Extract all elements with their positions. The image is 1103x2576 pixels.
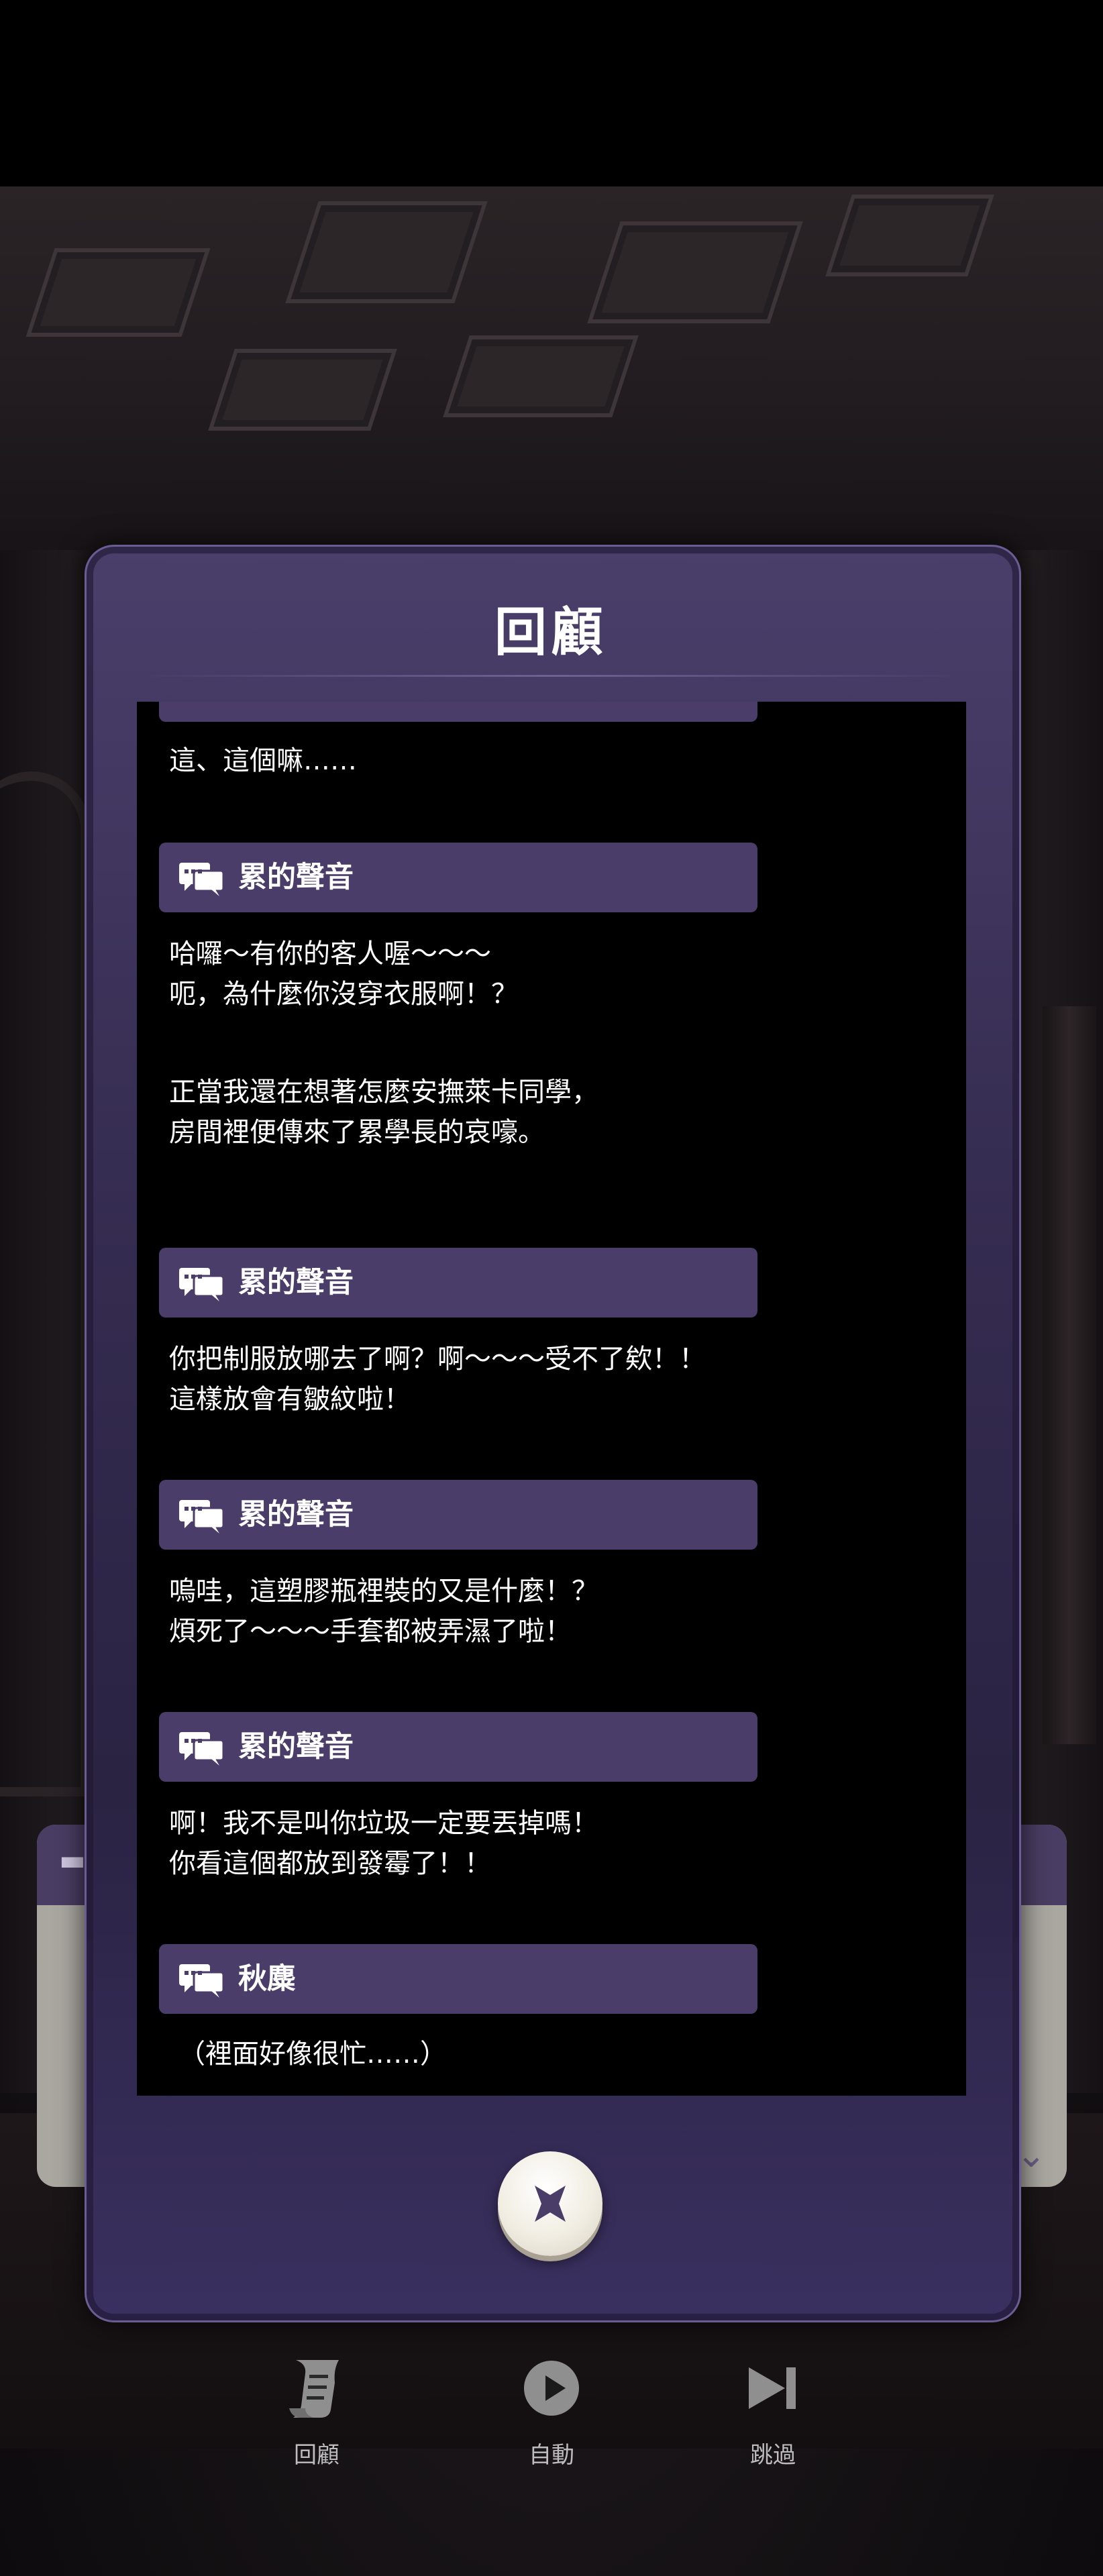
backlog-list[interactable]: 這、這個嘛…… 累的聲音 哈囉〜有你的客人喔〜〜〜 呃，為什麼你沒穿衣服啊！？ … <box>137 702 966 2096</box>
ceiling-panel <box>825 195 994 276</box>
auto-control[interactable]: 自動 <box>491 2355 612 2469</box>
chat-bubble-icon <box>179 1964 225 1998</box>
dialogue-line: 呃，為什麼你沒穿衣服啊！？ <box>169 979 518 1010</box>
game-screen: ▬ ⌄ 回顧 這、這個嘛…… 累的聲音 哈囉〜有你的客人喔〜〜〜 呃，為什麼你沒… <box>0 0 1103 2576</box>
ceiling-panel <box>208 349 397 431</box>
narration-line: 房間裡便傳來了累學長的哀嚎。 <box>169 1117 545 1148</box>
dialogue-line: 你把制服放哪去了啊？啊〜〜〜受不了欸！！ <box>169 1344 706 1375</box>
speaker-name: 累的聲音 <box>238 1266 354 1299</box>
backlog-label: 回顧 <box>294 2442 339 2469</box>
skip-control[interactable]: 跳過 <box>713 2355 833 2469</box>
dialogue-line: 哈囉〜有你的客人喔〜〜〜 <box>169 938 491 969</box>
speaker-bar: 累的聲音 <box>159 1248 757 1318</box>
speaker-bar: 累的聲音 <box>159 1712 757 1782</box>
auto-label: 自動 <box>529 2442 574 2469</box>
dialogue-line: 煩死了〜〜〜手套都被弄濕了啦！ <box>169 1616 572 1647</box>
modal-title: 回顧 <box>494 602 607 663</box>
letterbox-top <box>0 0 1103 186</box>
skip-label: 跳過 <box>750 2442 796 2469</box>
speaker-bar-partial <box>159 702 757 722</box>
ceiling-panel <box>285 201 488 303</box>
speaker-bar: 累的聲音 <box>159 843 757 912</box>
scroll-icon <box>289 2360 339 2418</box>
speaker-name: 累的聲音 <box>238 1730 354 1764</box>
dialogue-line: 你看這個都放到發霉了！！ <box>169 1848 491 1879</box>
speaker-name: 累的聲音 <box>238 1498 354 1532</box>
speaker-name: 累的聲音 <box>238 861 354 894</box>
ceiling-panel <box>443 335 639 417</box>
chat-bubble-icon <box>179 1500 225 1534</box>
chat-bubble-icon <box>179 1732 225 1766</box>
pillar-right <box>1043 1006 1096 1744</box>
arch-left <box>0 771 90 1796</box>
dialogue-line: 啊！我不是叫你垃圾一定要丟掉嗎！ <box>169 1808 598 1839</box>
dialogue-line: （裡面好像很忙……） <box>178 2039 447 2070</box>
chat-bubble-icon <box>179 863 225 896</box>
play-icon <box>524 2361 579 2416</box>
dialogue-line: 嗚哇，這塑膠瓶裡裝的又是什麼！？ <box>169 1576 598 1607</box>
title-divider <box>137 675 966 677</box>
speaker-bar: 累的聲音 <box>159 1480 757 1550</box>
skip-icon <box>749 2367 796 2409</box>
close-x-icon <box>535 2186 566 2222</box>
ceiling-panel <box>587 221 803 323</box>
close-button[interactable] <box>498 2151 602 2256</box>
backlog-control[interactable]: 回顧 <box>256 2355 377 2469</box>
speaker-name: 秋麋 <box>238 1962 296 1996</box>
narration-line: 正當我還在想著怎麼安撫萊卡同學， <box>169 1077 598 1108</box>
chat-bubble-icon <box>179 1268 225 1301</box>
dialogue-line: 這樣放會有皺紋啦！ <box>169 1384 411 1415</box>
speaker-bar: 秋麋 <box>159 1944 757 2014</box>
dialogue-line: 這、這個嘛…… <box>169 745 357 776</box>
ceiling-panel <box>25 248 211 337</box>
